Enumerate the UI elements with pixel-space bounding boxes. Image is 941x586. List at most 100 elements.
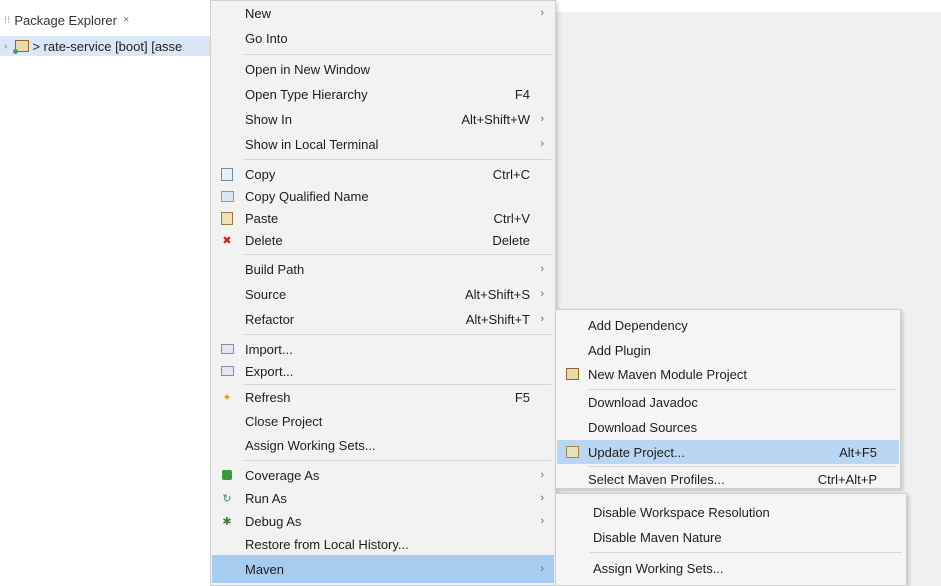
menu-item-label: Show In xyxy=(245,111,292,127)
paste-icon xyxy=(220,211,234,225)
menu-item-label: Restore from Local History... xyxy=(245,536,409,552)
menu-item-debug-as[interactable]: ✱ Debug As › xyxy=(212,509,554,533)
menu-item-delete[interactable]: ✖ Delete Delete xyxy=(212,228,554,252)
export-icon xyxy=(220,364,234,378)
menu-item-run-as[interactable]: ↻ Run As › xyxy=(212,486,554,510)
menu-item-label: Source xyxy=(245,286,287,302)
menu-item-refactor[interactable]: Refactor Alt+Shift+T › xyxy=(212,307,554,331)
menu-item-label: Open Type Hierarchy xyxy=(245,86,368,102)
menu-item-assign-working-sets-maven[interactable]: Assign Working Sets... xyxy=(557,556,905,580)
menu-item-label: Download Sources xyxy=(588,419,698,435)
delete-icon: ✖ xyxy=(222,234,232,247)
menu-item-open-in-new-window[interactable]: Open in New Window xyxy=(212,57,554,81)
submenu-arrow-icon: › xyxy=(540,138,544,150)
menu-item-disable-workspace-resolution[interactable]: Disable Workspace Resolution xyxy=(557,500,905,524)
project-icon xyxy=(13,40,30,54)
menu-item-build-path[interactable]: Build Path › xyxy=(212,257,554,281)
menu-item-shortcut: Delete xyxy=(492,232,530,248)
menu-item-add-dependency[interactable]: Add Dependency xyxy=(557,313,899,337)
menu-item-new[interactable]: New › xyxy=(212,1,554,25)
menu-item-show-in-local-terminal[interactable]: Show in Local Terminal › xyxy=(212,132,554,156)
menu-item-go-into[interactable]: Go Into xyxy=(212,26,554,50)
menu-item-shortcut: Alt+Shift+S xyxy=(464,286,530,302)
menu-item-label: Run As xyxy=(245,490,287,506)
menu-item-new-maven-module-project[interactable]: New Maven Module Project xyxy=(557,362,899,386)
menu-item-label: Paste xyxy=(245,210,279,226)
menu-separator xyxy=(243,460,551,461)
submenu-arrow-icon: › xyxy=(540,492,544,504)
menu-item-coverage-as[interactable]: Coverage As › xyxy=(212,463,554,487)
menu-item-close-project[interactable]: Close Project xyxy=(212,409,554,433)
import-icon xyxy=(220,342,234,356)
chevron-right-icon[interactable]: › xyxy=(4,41,7,52)
menu-item-open-type-hierarchy[interactable]: Open Type Hierarchy F4 xyxy=(212,82,554,106)
submenu-arrow-icon: › xyxy=(540,263,544,275)
menu-item-refresh[interactable]: ✦ Refresh F5 xyxy=(212,385,554,409)
package-explorer-tab[interactable]: ⁝⁝ Package Explorer × xyxy=(0,9,150,31)
menu-item-show-in[interactable]: Show In Alt+Shift+W › xyxy=(212,107,554,131)
debug-icon: ✱ xyxy=(222,515,232,528)
copy-qualified-name-icon xyxy=(220,189,234,203)
package-explorer-icon: ⁝⁝ xyxy=(4,14,11,26)
maven-nature-submenu: Disable Workspace Resolution Disable Mav… xyxy=(555,493,907,586)
menu-item-label: Go Into xyxy=(245,30,288,46)
menu-item-label: Disable Maven Nature xyxy=(593,529,722,545)
menu-item-label: Add Plugin xyxy=(588,342,651,358)
close-icon[interactable]: × xyxy=(123,14,129,26)
menu-item-label: Open in New Window xyxy=(245,61,370,77)
menu-item-copy[interactable]: Copy Ctrl+C xyxy=(212,162,554,186)
menu-item-label: Refactor xyxy=(245,311,295,327)
menu-item-label: Copy xyxy=(245,166,276,182)
menu-separator xyxy=(243,159,551,160)
refresh-icon: ✦ xyxy=(222,391,232,404)
menu-item-label: Download Javadoc xyxy=(588,394,698,410)
submenu-arrow-icon: › xyxy=(540,7,544,19)
menu-item-shortcut: Alt+Shift+W xyxy=(461,111,530,127)
menu-item-update-project[interactable]: Update Project... Alt+F5 xyxy=(557,440,899,464)
menu-item-paste[interactable]: Paste Ctrl+V xyxy=(212,206,554,230)
menu-item-label: Disable Workspace Resolution xyxy=(593,504,770,520)
menu-item-export[interactable]: Export... xyxy=(212,359,554,383)
menu-item-disable-maven-nature[interactable]: Disable Maven Nature xyxy=(557,525,905,549)
project-tree-item[interactable]: › > rate-service [boot] [asse xyxy=(0,36,210,56)
submenu-arrow-icon: › xyxy=(540,113,544,125)
menu-item-label: Close Project xyxy=(245,413,323,429)
submenu-arrow-icon: › xyxy=(540,515,544,527)
update-project-icon xyxy=(565,445,579,459)
menu-item-shortcut: Alt+Shift+T xyxy=(465,311,530,327)
menu-item-shortcut: F4 xyxy=(514,86,530,102)
maven-submenu: Add Dependency Add Plugin New Maven Modu… xyxy=(555,309,901,489)
menu-item-import[interactable]: Import... xyxy=(212,337,554,361)
menu-item-copy-qualified-name[interactable]: Copy Qualified Name xyxy=(212,184,554,208)
menu-item-label: Debug As xyxy=(245,513,302,529)
menu-item-label: Copy Qualified Name xyxy=(245,188,369,204)
copy-icon xyxy=(220,167,234,181)
menu-item-shortcut: Ctrl+V xyxy=(493,210,530,226)
menu-item-label: Select Maven Profiles... xyxy=(588,471,725,487)
menu-item-assign-working-sets[interactable]: Assign Working Sets... xyxy=(212,433,554,457)
project-label: > rate-service [boot] [asse xyxy=(32,38,183,54)
submenu-arrow-icon: › xyxy=(540,313,544,325)
menu-item-label: Assign Working Sets... xyxy=(245,437,376,453)
menu-item-select-maven-profiles[interactable]: Select Maven Profiles... Ctrl+Alt+P xyxy=(557,467,899,491)
menu-separator xyxy=(243,54,551,55)
menu-item-label: Refresh xyxy=(245,389,291,405)
coverage-icon xyxy=(220,468,234,482)
submenu-arrow-icon: › xyxy=(540,563,544,575)
menu-item-add-plugin[interactable]: Add Plugin xyxy=(557,338,899,362)
menu-item-label: Update Project... xyxy=(588,444,685,460)
menu-item-label: Assign Working Sets... xyxy=(593,560,724,576)
menu-item-maven[interactable]: Maven › xyxy=(212,555,554,583)
menu-item-label: New Maven Module Project xyxy=(588,366,747,382)
menu-item-shortcut: Ctrl+Alt+P xyxy=(817,471,877,487)
menu-item-download-sources[interactable]: Download Sources xyxy=(557,415,899,439)
menu-item-shortcut: Alt+F5 xyxy=(839,444,877,460)
menu-separator xyxy=(590,552,902,553)
context-menu: New › Go Into Open in New Window Open Ty… xyxy=(210,0,556,586)
menu-item-download-javadoc[interactable]: Download Javadoc xyxy=(557,390,899,414)
submenu-arrow-icon: › xyxy=(540,469,544,481)
submenu-arrow-icon: › xyxy=(540,288,544,300)
menu-item-restore-from-local-history[interactable]: Restore from Local History... xyxy=(212,532,554,556)
menu-item-shortcut: Ctrl+C xyxy=(492,166,530,182)
menu-item-source[interactable]: Source Alt+Shift+S › xyxy=(212,282,554,306)
